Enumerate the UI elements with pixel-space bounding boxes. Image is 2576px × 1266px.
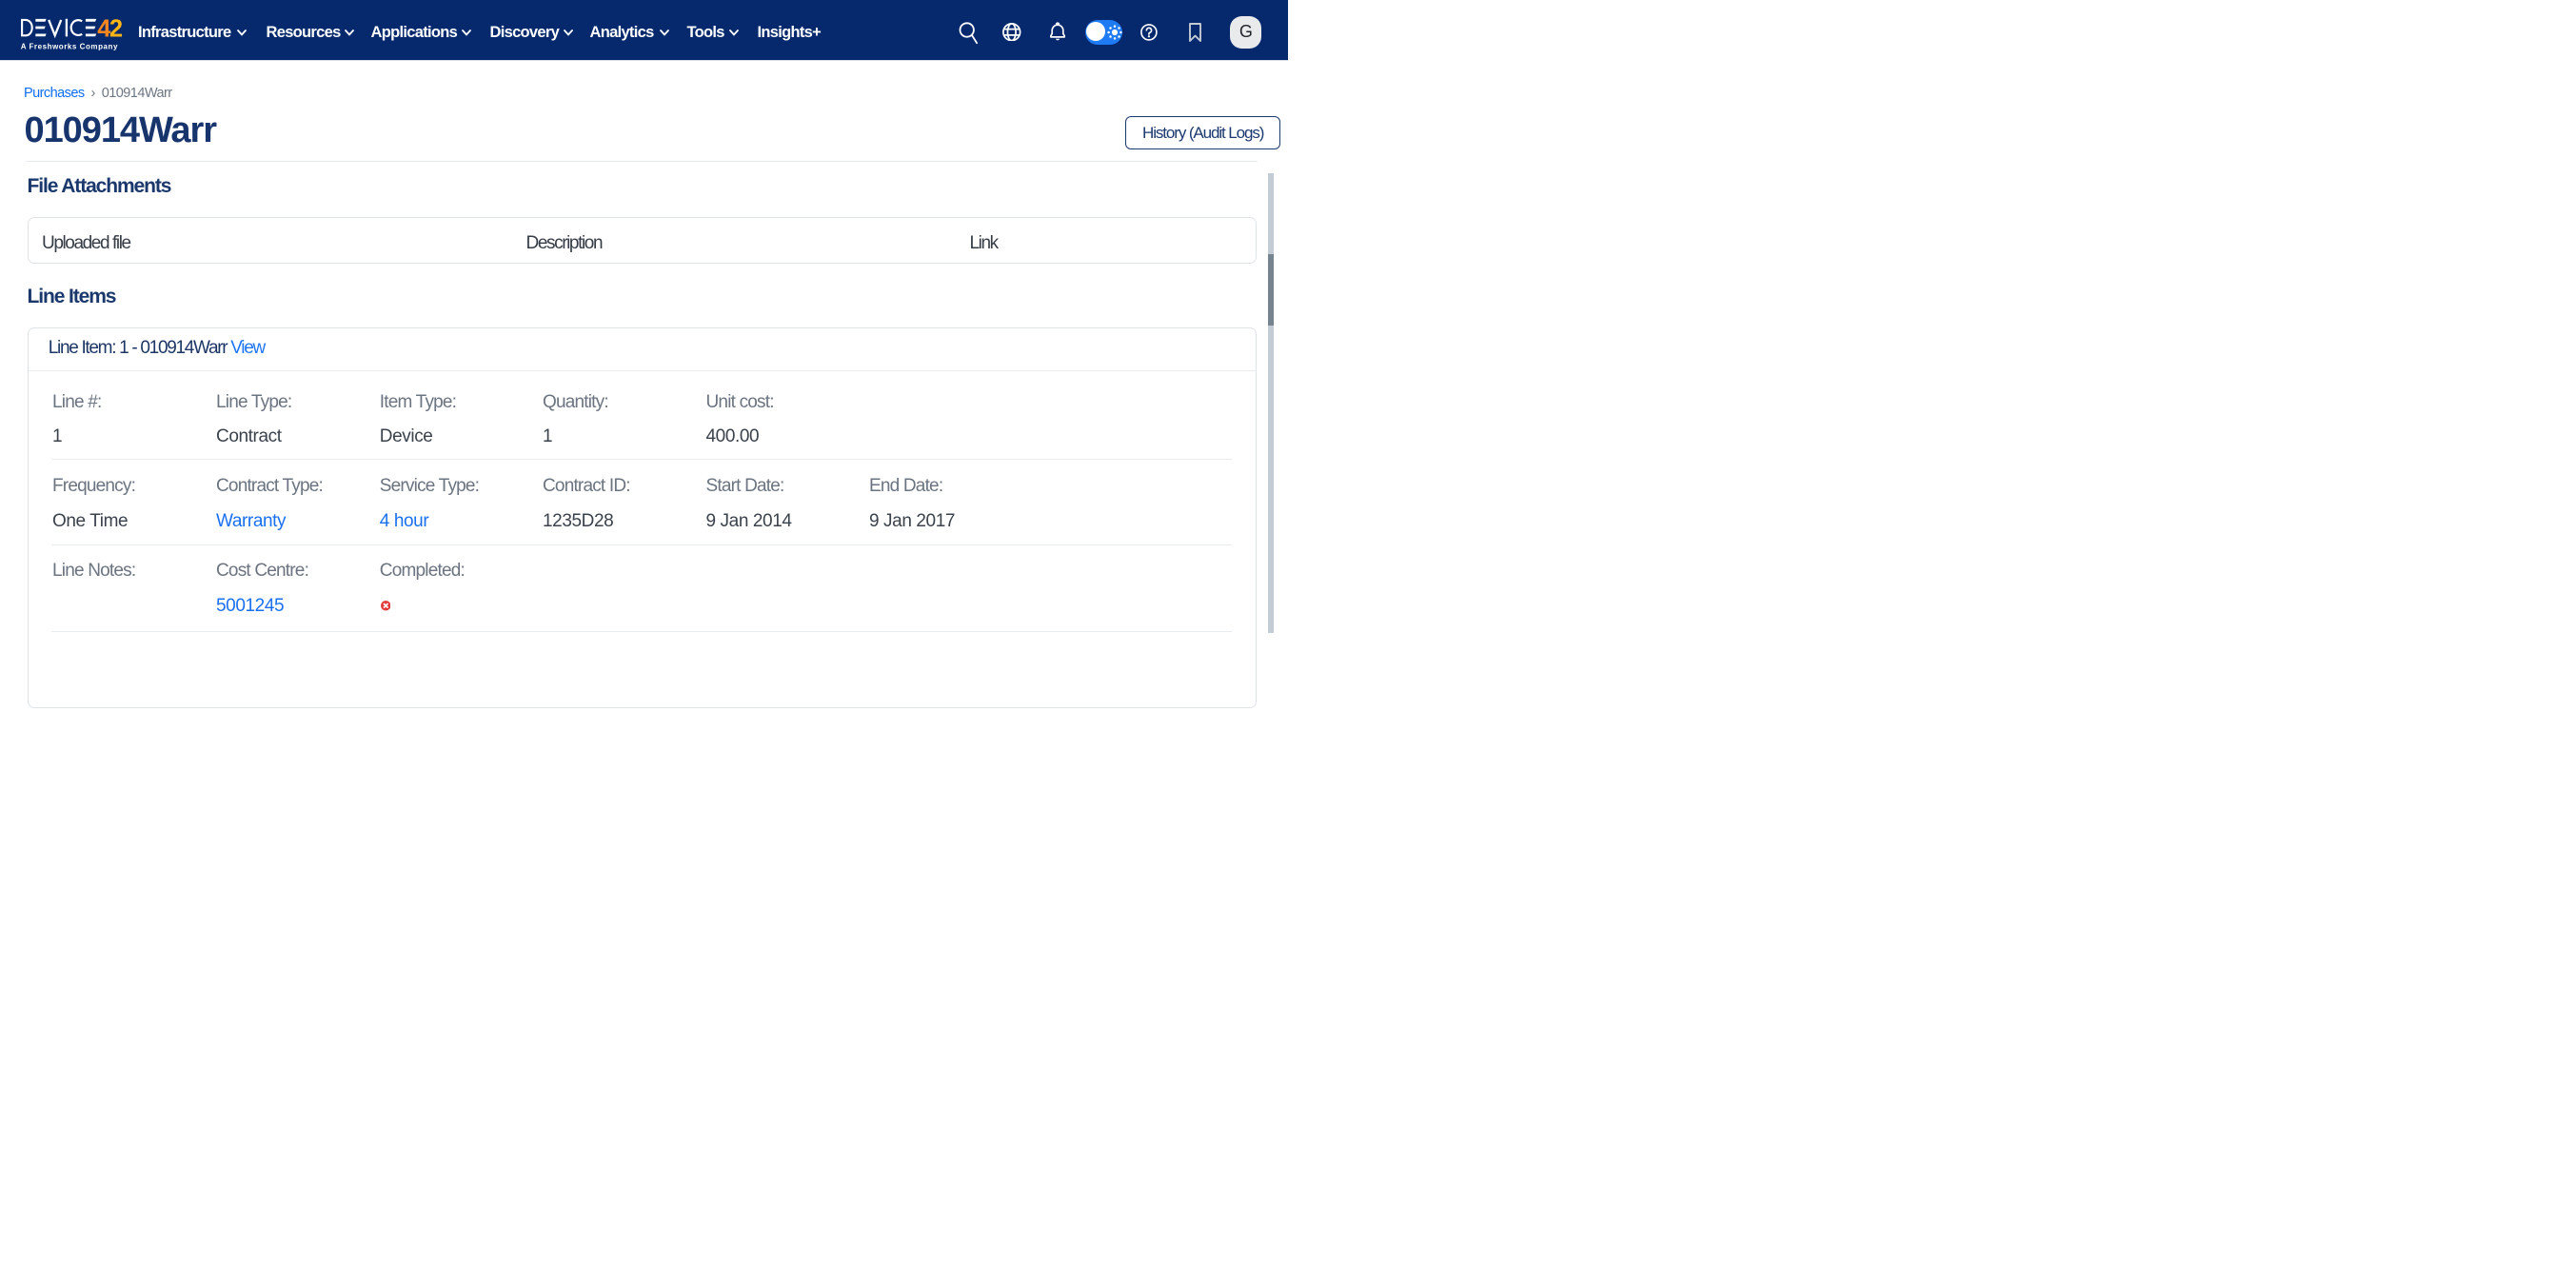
svg-text:2: 2	[109, 15, 123, 42]
svg-text:A Freshworks Company: A Freshworks Company	[21, 42, 118, 50]
